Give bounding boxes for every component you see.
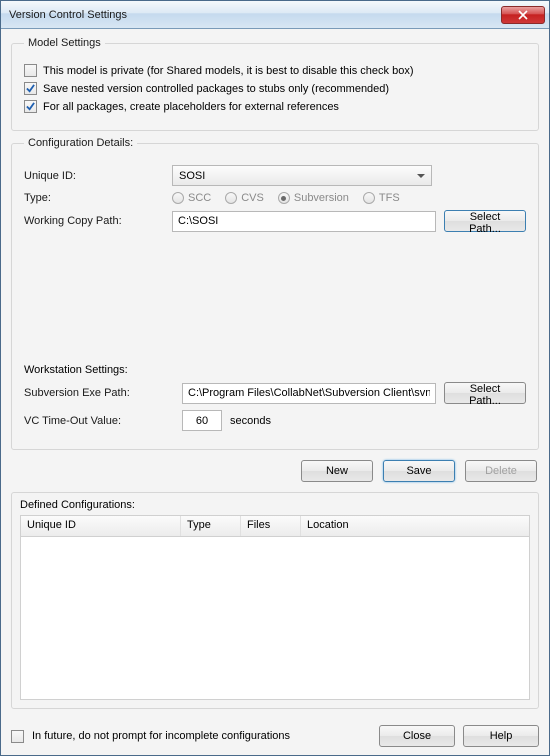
- select-exe-path-button[interactable]: Select Path...: [444, 382, 526, 404]
- config-details-group: Configuration Details: Unique ID: SOSI T…: [11, 137, 539, 450]
- defined-grid-header: Unique ID Type Files Location: [20, 515, 530, 537]
- col-unique-id[interactable]: Unique ID: [21, 516, 181, 536]
- delete-button[interactable]: Delete: [465, 460, 537, 482]
- select-path-button[interactable]: Select Path...: [444, 210, 526, 232]
- model-settings-group: Model Settings This model is private (fo…: [11, 37, 539, 131]
- placeholders-label: For all packages, create placeholders fo…: [43, 101, 339, 113]
- workstation-settings-label: Workstation Settings:: [24, 364, 526, 376]
- exe-path-input[interactable]: [182, 383, 436, 404]
- timeout-input[interactable]: [182, 410, 222, 431]
- no-prompt-label: In future, do not prompt for incomplete …: [32, 730, 290, 742]
- defined-grid-body[interactable]: [20, 537, 530, 700]
- close-icon: [518, 10, 528, 20]
- dialog-content: Model Settings This model is private (fo…: [1, 29, 549, 717]
- stubs-checkbox[interactable]: [24, 82, 37, 95]
- titlebar[interactable]: Version Control Settings: [1, 1, 549, 29]
- defined-configs-group: Defined Configurations: Unique ID Type F…: [11, 492, 539, 709]
- dialog-window: Version Control Settings Model Settings …: [0, 0, 550, 756]
- type-scc-radio[interactable]: SCC: [172, 192, 211, 204]
- type-radio-group: SCC CVS Subversion TFS: [172, 192, 400, 204]
- unique-id-value: SOSI: [179, 170, 205, 182]
- working-copy-input[interactable]: [172, 211, 436, 232]
- working-copy-label: Working Copy Path:: [24, 215, 164, 227]
- help-button[interactable]: Help: [463, 725, 539, 747]
- action-button-row: New Save Delete: [11, 456, 539, 486]
- col-location[interactable]: Location: [301, 516, 529, 536]
- unique-id-combo[interactable]: SOSI: [172, 165, 432, 186]
- close-dialog-button[interactable]: Close: [379, 725, 455, 747]
- private-checkbox[interactable]: [24, 64, 37, 77]
- no-prompt-checkbox[interactable]: [11, 730, 24, 743]
- new-button[interactable]: New: [301, 460, 373, 482]
- type-cvs-radio[interactable]: CVS: [225, 192, 264, 204]
- col-files[interactable]: Files: [241, 516, 301, 536]
- dialog-footer: In future, do not prompt for incomplete …: [1, 717, 549, 755]
- col-type[interactable]: Type: [181, 516, 241, 536]
- window-title: Version Control Settings: [9, 9, 501, 21]
- type-label: Type:: [24, 192, 164, 204]
- save-button[interactable]: Save: [383, 460, 455, 482]
- timeout-label: VC Time-Out Value:: [24, 415, 174, 427]
- private-label: This model is private (for Shared models…: [43, 65, 414, 77]
- model-settings-legend: Model Settings: [24, 37, 105, 49]
- placeholders-checkbox[interactable]: [24, 100, 37, 113]
- type-tfs-radio[interactable]: TFS: [363, 192, 400, 204]
- type-svn-radio[interactable]: Subversion: [278, 192, 349, 204]
- exe-path-label: Subversion Exe Path:: [24, 387, 174, 399]
- unique-id-label: Unique ID:: [24, 170, 164, 182]
- timeout-unit: seconds: [230, 415, 271, 427]
- stubs-label: Save nested version controlled packages …: [43, 83, 389, 95]
- defined-configs-label: Defined Configurations:: [20, 499, 530, 511]
- close-button[interactable]: [501, 6, 545, 24]
- config-details-legend: Configuration Details:: [24, 137, 137, 149]
